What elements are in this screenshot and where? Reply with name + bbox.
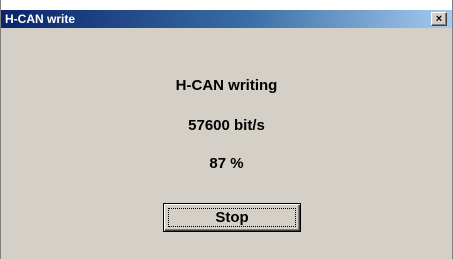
- stop-button[interactable]: Stop: [163, 203, 301, 232]
- dialog-window: H-CAN write × H-CAN writing 57600 bit/s …: [0, 0, 453, 259]
- window-title: H-CAN write: [5, 12, 76, 26]
- close-icon: ×: [435, 13, 443, 25]
- progress-percent: 87 %: [209, 155, 244, 172]
- title-bar[interactable]: H-CAN write: [1, 10, 452, 28]
- bitrate-text: 57600 bit/s: [188, 117, 265, 134]
- status-heading: H-CAN writing: [175, 77, 278, 94]
- close-button[interactable]: ×: [431, 12, 447, 26]
- stop-button-label: Stop: [215, 209, 249, 226]
- window-top-strip: [1, 0, 452, 10]
